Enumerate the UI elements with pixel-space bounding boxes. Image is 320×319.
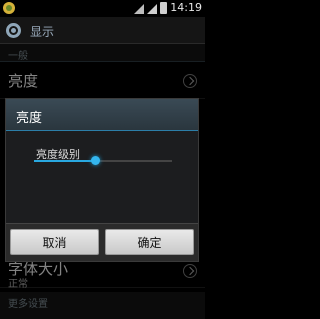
brightness-slider[interactable]	[34, 156, 172, 165]
app-notification-icon	[3, 2, 15, 14]
slider-fill	[34, 160, 95, 162]
dialog-button-bar: 取消 确定	[6, 223, 198, 261]
brightness-dialog: 亮度 亮度级别 取消 确定	[5, 98, 199, 262]
action-bar: 显示	[0, 17, 205, 44]
status-bar: 14:19	[0, 0, 205, 17]
cancel-button[interactable]: 取消	[10, 229, 99, 255]
dialog-title-bar: 亮度	[6, 99, 198, 131]
status-time: 14:19	[170, 1, 202, 14]
slider-thumb[interactable]	[90, 156, 100, 165]
status-icons	[134, 2, 167, 14]
battery-icon	[160, 2, 167, 14]
ok-button[interactable]: 确定	[105, 229, 194, 255]
settings-icon[interactable]	[6, 23, 21, 38]
wifi-icon	[134, 4, 144, 14]
signal-icon	[147, 4, 157, 14]
dialog-title: 亮度	[16, 111, 43, 126]
page-title: 显示	[30, 25, 55, 39]
